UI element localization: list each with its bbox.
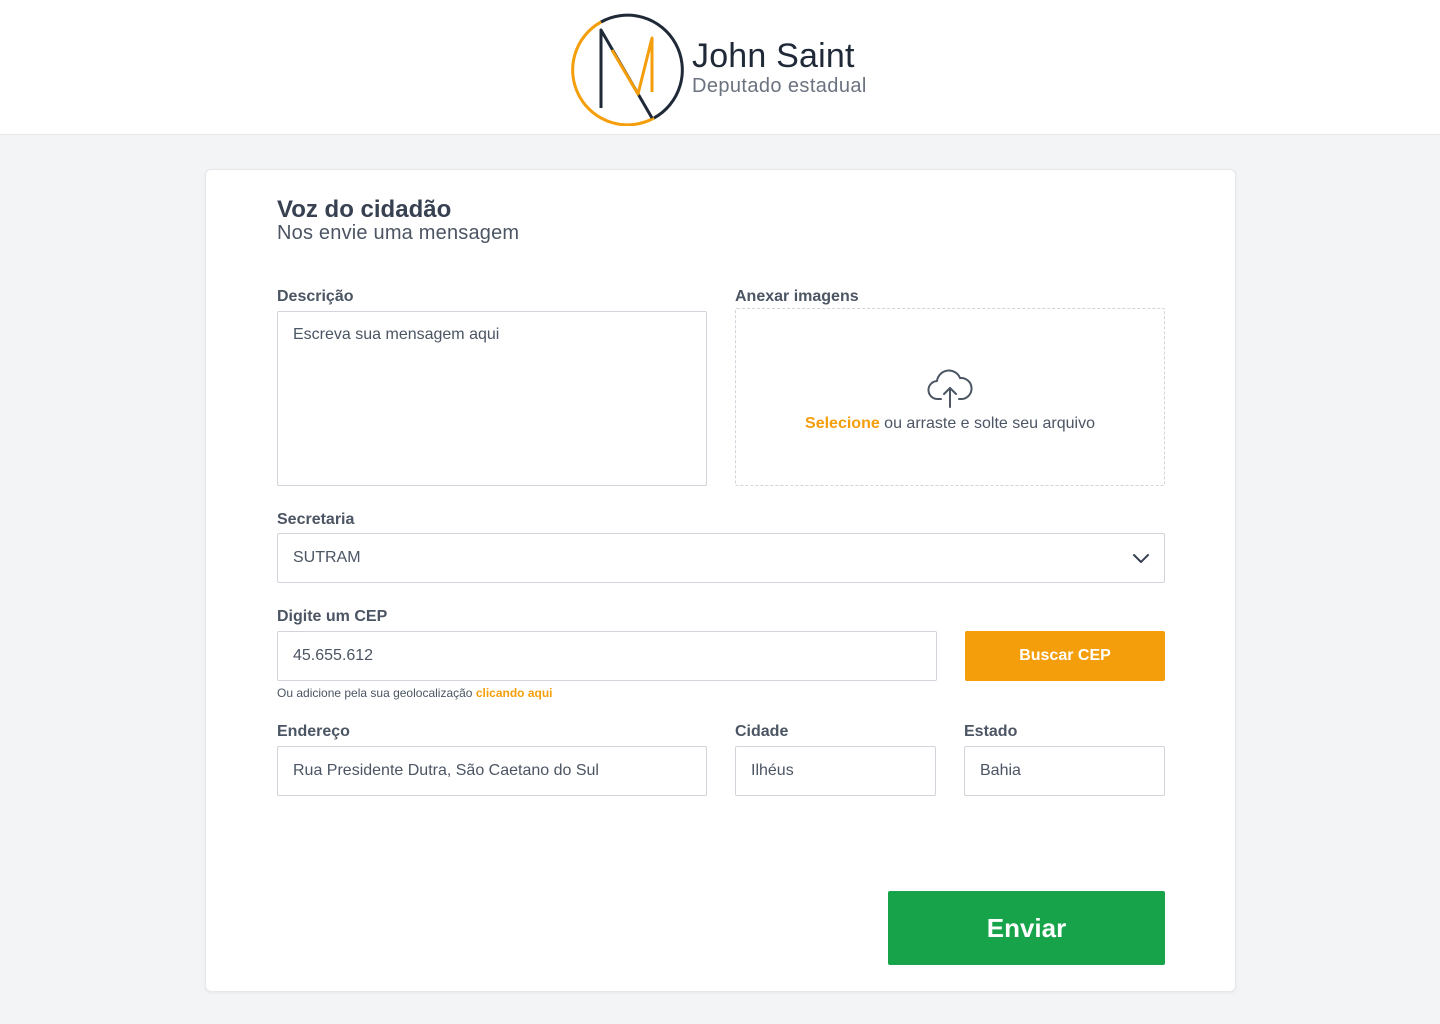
state-label: Estado [964, 723, 1018, 740]
form-subtitle: Nos envie uma mensagem [277, 222, 520, 244]
dropzone-instructions: ou arraste e solte seu arquivo [879, 415, 1095, 432]
site-header: John Saint Deputado estadual [0, 0, 1440, 135]
brand-name: John Saint [692, 37, 855, 75]
contact-form-card: Voz do cidadão Nos envie uma mensagem De… [205, 169, 1236, 992]
state-value: Bahia [980, 762, 1021, 779]
search-cep-button[interactable]: Buscar CEP [965, 631, 1165, 681]
city-label: Cidade [735, 723, 789, 740]
description-label: Descrição [277, 288, 354, 305]
state-input[interactable]: Bahia [964, 746, 1165, 796]
file-dropzone[interactable]: Selecione ou arraste e solte seu arquivo [735, 308, 1165, 486]
dropzone-text: Selecione ou arraste e solte seu arquivo [805, 415, 1095, 433]
submit-button[interactable]: Enviar [888, 891, 1165, 965]
logo-mark-icon [571, 13, 684, 126]
select-file-link[interactable]: Selecione [805, 415, 880, 432]
secretaria-select[interactable]: SUTRAM [277, 533, 1165, 583]
attachments-label: Anexar imagens [735, 288, 859, 305]
form-title: Voz do cidadão [277, 196, 452, 223]
address-value: Rua Presidente Dutra, São Caetano do Sul [293, 762, 599, 779]
brand-logo[interactable]: John Saint Deputado estadual [568, 10, 867, 126]
secretaria-label: Secretaria [277, 511, 355, 528]
cloud-upload-icon [927, 369, 973, 408]
address-input[interactable]: Rua Presidente Dutra, São Caetano do Sul [277, 746, 707, 796]
description-placeholder: Escreva sua mensagem aqui [293, 326, 500, 343]
geolocation-hint: Ou adicione pela sua geolocalização clic… [277, 686, 553, 700]
cep-input[interactable]: 45.655.612 [277, 631, 937, 681]
geolocation-link[interactable]: clicando aqui [476, 686, 553, 700]
cep-value: 45.655.612 [293, 647, 374, 664]
chevron-down-icon [1133, 554, 1149, 563]
secretaria-selected-value: SUTRAM [293, 549, 361, 566]
description-textarea[interactable]: Escreva sua mensagem aqui [277, 311, 707, 486]
brand-role: Deputado estadual [692, 75, 867, 97]
city-input[interactable]: Ilhéus [735, 746, 936, 796]
address-label: Endereço [277, 723, 350, 740]
cep-label: Digite um CEP [277, 608, 388, 625]
geolocation-hint-text: Ou adicione pela sua geolocalização [277, 686, 476, 700]
city-value: Ilhéus [751, 762, 794, 779]
